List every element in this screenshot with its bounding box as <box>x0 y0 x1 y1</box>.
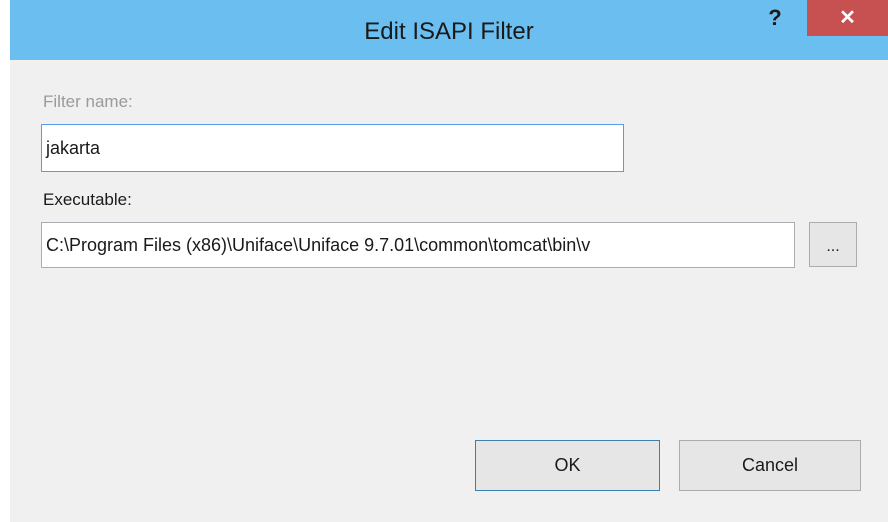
executable-path-field[interactable]: C:\Program Files (x86)\Uniface\Uniface 9… <box>41 222 795 268</box>
cancel-button[interactable]: Cancel <box>679 440 861 491</box>
browse-button[interactable]: ... <box>809 222 857 267</box>
close-icon: ✕ <box>839 7 856 29</box>
close-button[interactable]: ✕ <box>807 0 888 36</box>
dialog-title: Edit ISAPI Filter <box>364 18 534 45</box>
filter-name-field[interactable]: jakarta <box>41 124 624 172</box>
executable-label: Executable: <box>43 190 132 209</box>
edit-isapi-filter-dialog: Edit ISAPI Filter ? ✕ Filter name: jakar… <box>10 0 888 522</box>
filter-name-label: Filter name: <box>43 92 133 111</box>
ok-button[interactable]: OK <box>475 440 660 491</box>
help-button[interactable]: ? <box>758 3 792 33</box>
title-bar: Edit ISAPI Filter ? ✕ <box>10 0 888 60</box>
